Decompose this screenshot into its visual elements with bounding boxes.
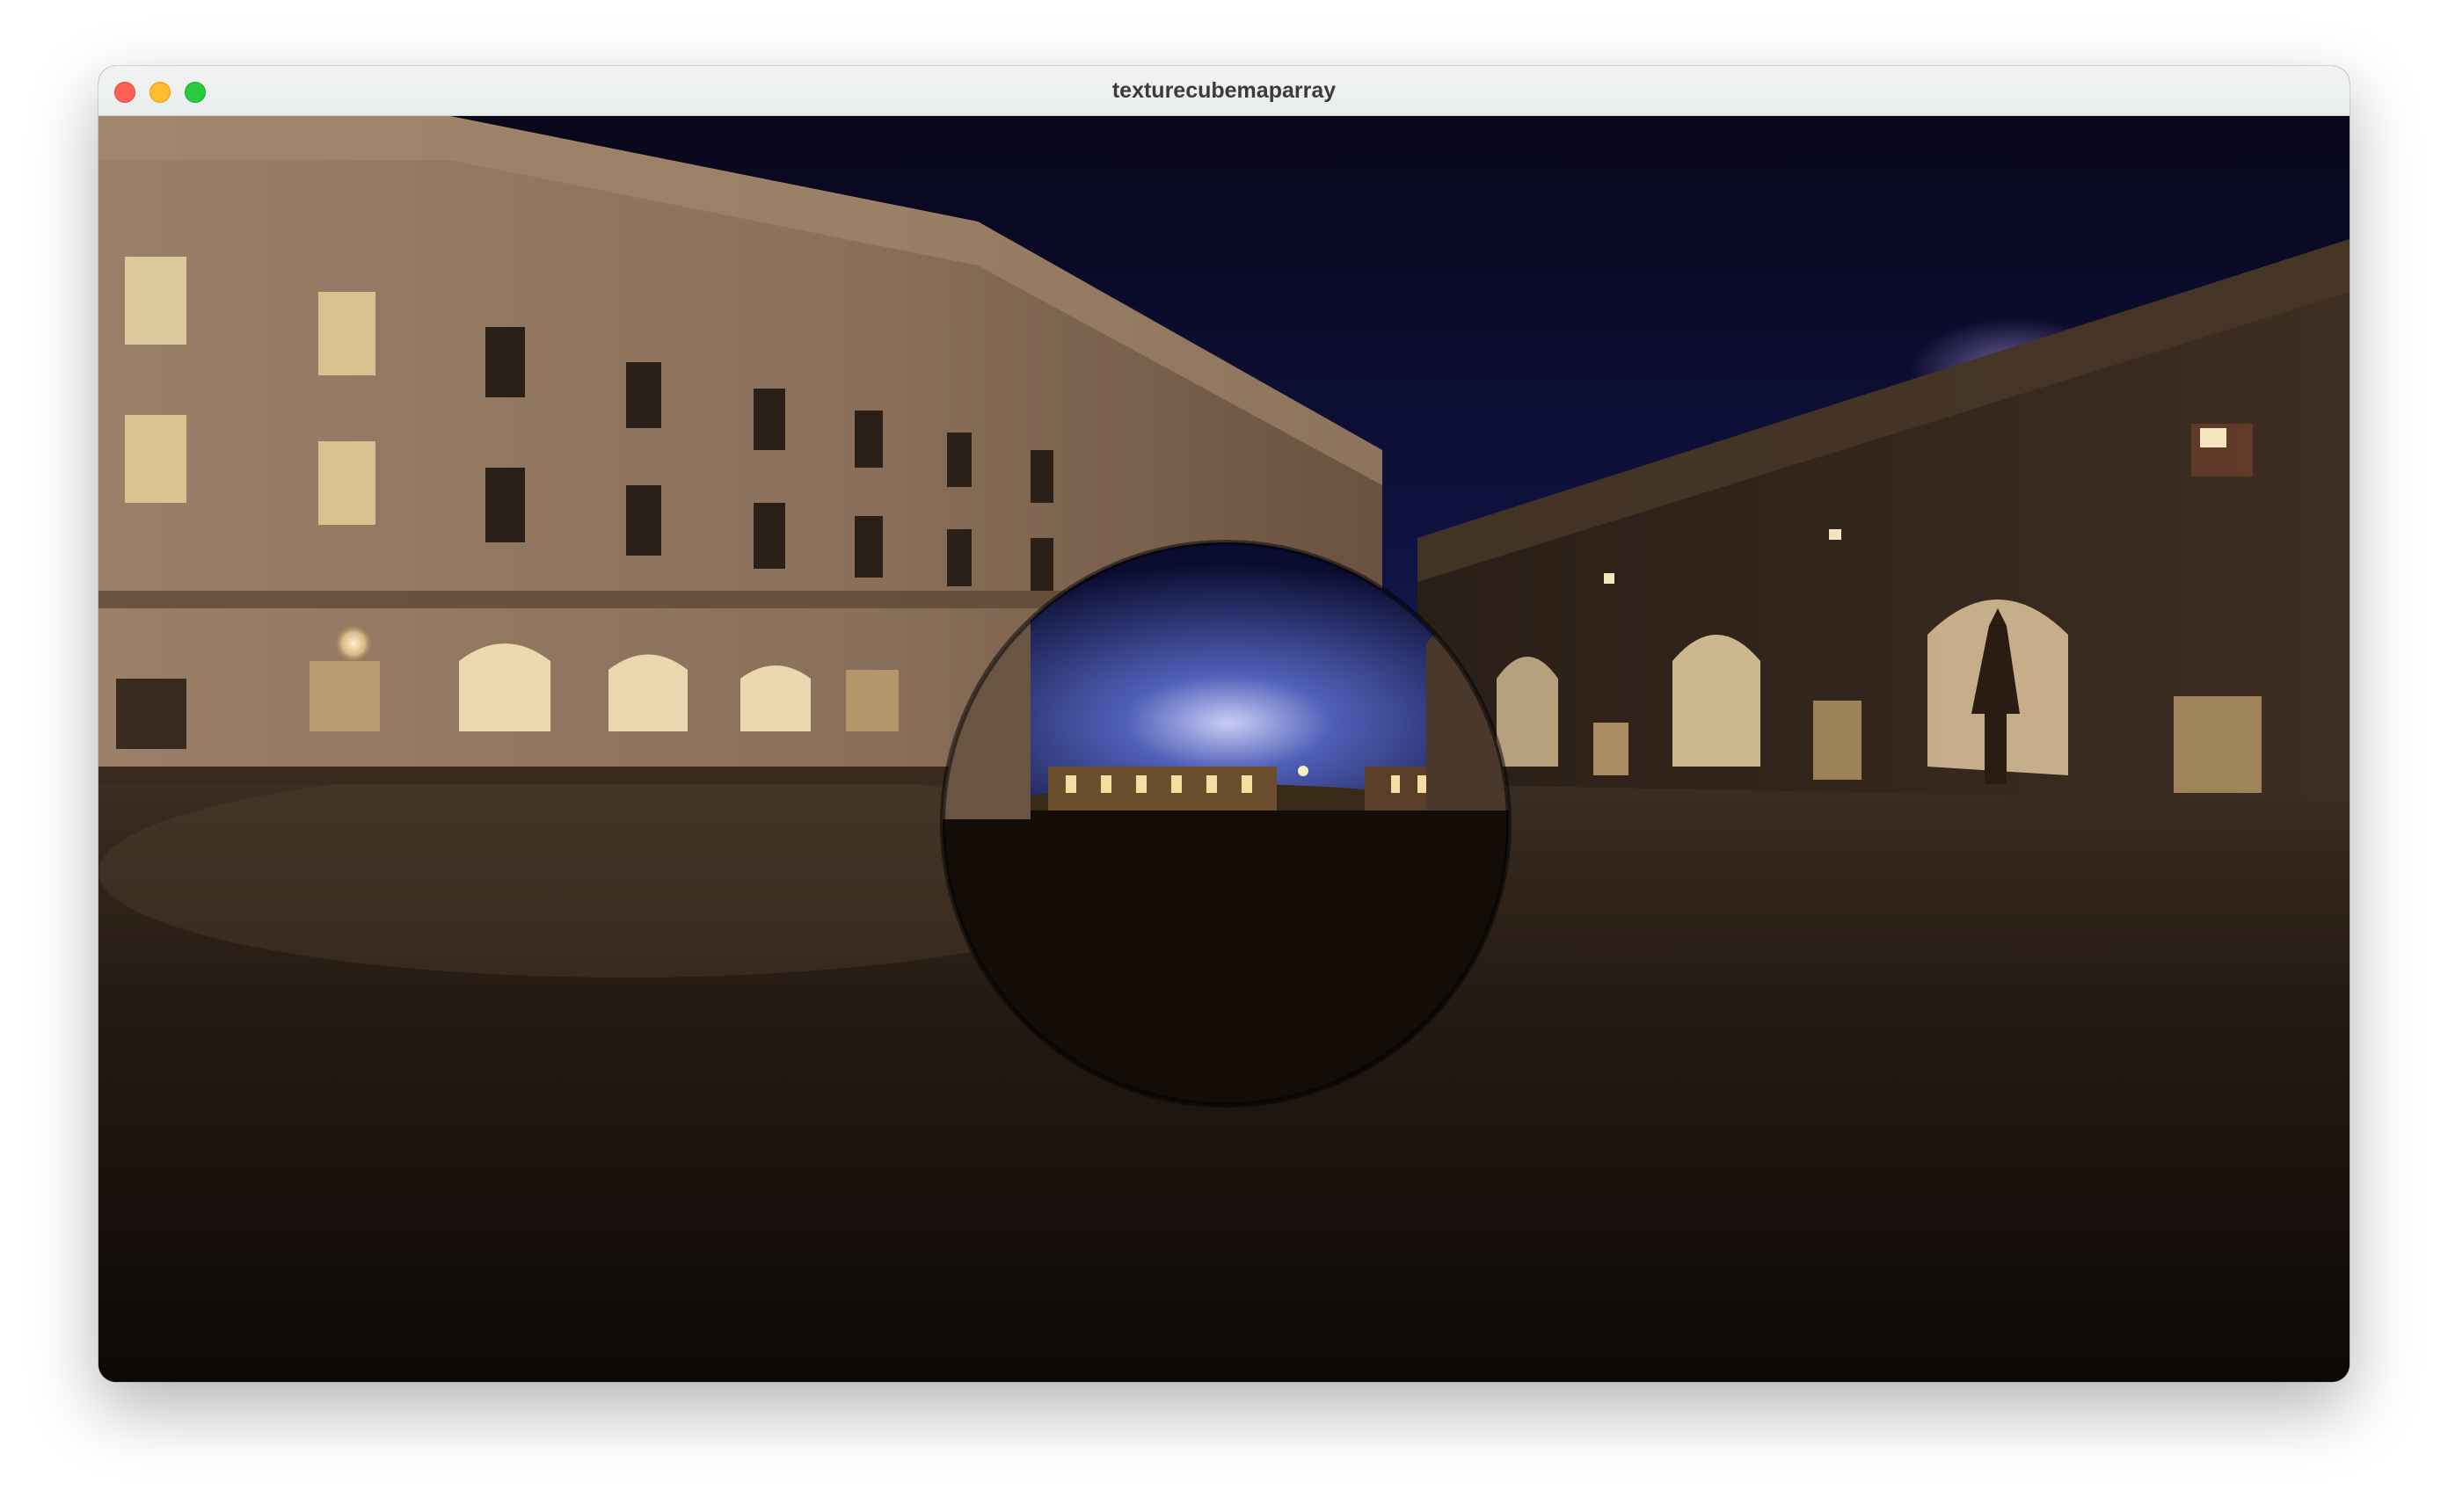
render-viewport[interactable] — [98, 116, 2350, 1382]
window-title: texturecubemaparray — [1111, 78, 1337, 103]
app-window: texturecubemaparray — [98, 66, 2350, 1382]
scene-canvas — [98, 116, 2350, 1382]
title-bar[interactable]: texturecubemaparray — [98, 66, 2350, 116]
